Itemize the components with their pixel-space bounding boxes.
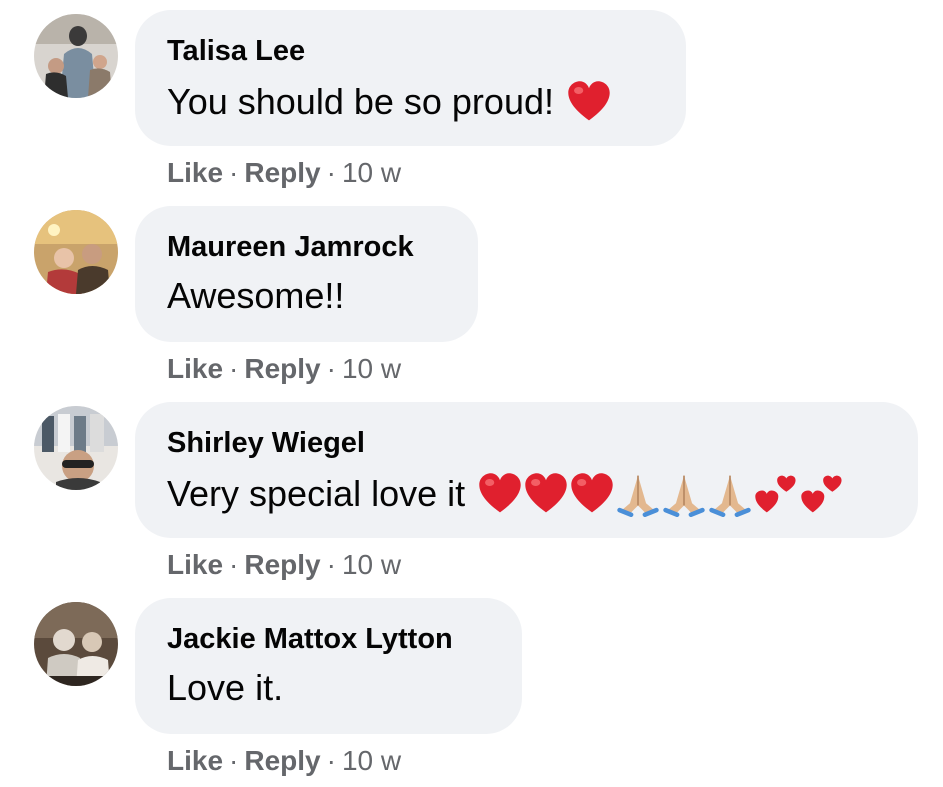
avatar-photo [34, 210, 118, 294]
comment-text-line: Love it. [167, 667, 283, 709]
comment-timestamp[interactable]: 10 w [342, 745, 401, 776]
folded-hands-emoji-icon [707, 471, 753, 517]
avatar-photo [34, 406, 118, 490]
folded-hands-emoji-icon [615, 471, 661, 517]
red-heart-emoji-icon [477, 471, 523, 517]
two-hearts-emoji-icon [753, 471, 799, 517]
comment-text-line: Awesome!! [167, 275, 344, 317]
comment-text: Love it. [167, 667, 284, 708]
like-link[interactable]: Like [167, 745, 223, 776]
avatar[interactable] [34, 406, 118, 490]
comment-bubble: Jackie Mattox Lytton Love it. [135, 598, 522, 734]
like-link[interactable]: Like [167, 549, 223, 580]
comment-actions: Like · Reply · 10 w [167, 353, 401, 385]
separator-dot: · [229, 745, 239, 776]
reply-link[interactable]: Reply [244, 353, 320, 384]
separator-dot: · [326, 157, 336, 188]
comment-timestamp[interactable]: 10 w [342, 549, 401, 580]
avatar[interactable] [34, 602, 118, 686]
avatar-photo [34, 602, 118, 686]
avatar[interactable] [34, 210, 118, 294]
red-heart-emoji-icon [523, 471, 569, 517]
red-heart-emoji-icon [566, 79, 612, 125]
separator-dot: · [326, 745, 336, 776]
comment-text-line: Very special love it [167, 471, 845, 517]
comment-text: Awesome!! [167, 275, 345, 316]
comment-timestamp[interactable]: 10 w [342, 157, 401, 188]
like-link[interactable]: Like [167, 157, 223, 188]
emoji-group [477, 471, 845, 517]
comment-text-line: You should be so proud! [167, 79, 612, 125]
comment-bubble: Shirley Wiegel Very special love it [135, 402, 918, 538]
comment-text: You should be so proud! [167, 81, 554, 122]
comment-actions: Like · Reply · 10 w [167, 745, 401, 777]
avatar[interactable] [34, 14, 118, 98]
comment-timestamp[interactable]: 10 w [342, 353, 401, 384]
reply-link[interactable]: Reply [244, 549, 320, 580]
emoji-group [566, 79, 612, 125]
avatar-photo [34, 14, 118, 98]
comment-actions: Like · Reply · 10 w [167, 157, 401, 189]
like-link[interactable]: Like [167, 353, 223, 384]
separator-dot: · [229, 353, 239, 384]
comment-author[interactable]: Shirley Wiegel [167, 427, 365, 460]
comment-author[interactable]: Jackie Mattox Lytton [167, 623, 453, 656]
reply-link[interactable]: Reply [244, 745, 320, 776]
comment-author[interactable]: Talisa Lee [167, 35, 305, 68]
comment-author[interactable]: Maureen Jamrock [167, 231, 414, 264]
separator-dot: · [326, 353, 336, 384]
separator-dot: · [326, 549, 336, 580]
comment-text: Very special love it [167, 473, 466, 514]
reply-link[interactable]: Reply [244, 157, 320, 188]
comment-bubble: Talisa Lee You should be so proud! [135, 10, 686, 146]
comment-actions: Like · Reply · 10 w [167, 549, 401, 581]
two-hearts-emoji-icon [799, 471, 845, 517]
separator-dot: · [229, 157, 239, 188]
separator-dot: · [229, 549, 239, 580]
red-heart-emoji-icon [569, 471, 615, 517]
comment-bubble: Maureen Jamrock Awesome!! [135, 206, 478, 342]
folded-hands-emoji-icon [661, 471, 707, 517]
